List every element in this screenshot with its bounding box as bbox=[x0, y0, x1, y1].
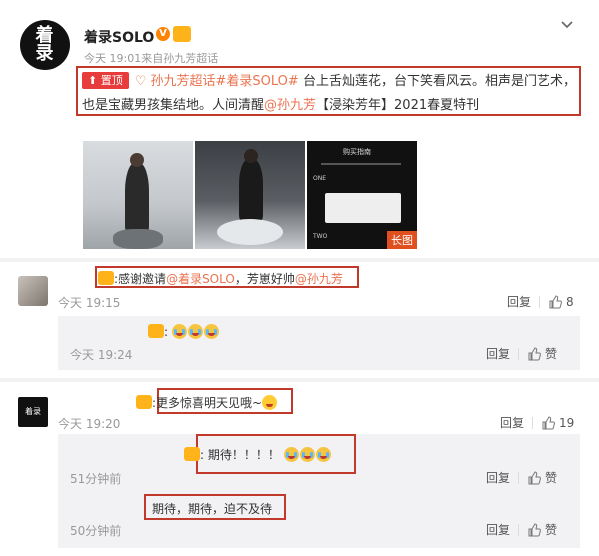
comment-text: :更多惊喜明天见哦~ bbox=[136, 394, 278, 411]
post-image-2[interactable] bbox=[195, 141, 305, 249]
post-body-2: 【浸染芳年】2021春夏特刊 bbox=[316, 98, 480, 113]
divider bbox=[0, 378, 599, 382]
post-time[interactable]: 今天 19:01 bbox=[84, 52, 141, 65]
like-label[interactable]: 赞 bbox=[545, 469, 557, 486]
reply-button[interactable]: 回复 bbox=[486, 521, 510, 538]
post-image-3[interactable]: 购买指南 ONE TWO 长图 bbox=[307, 141, 417, 249]
supertopic-link[interactable]: 孙九芳超话#着录SOLO# bbox=[151, 74, 299, 89]
reply-actions: 回复 赞 bbox=[486, 521, 557, 538]
reply-actions: 回复 赞 bbox=[486, 345, 557, 362]
reply-time: 51分钟前 bbox=[70, 472, 122, 486]
wink-emoji-icon bbox=[262, 395, 278, 410]
reply-button[interactable]: 回复 bbox=[507, 293, 531, 310]
comment-actions: 回复 8 bbox=[507, 293, 574, 310]
like-thumb-icon[interactable] bbox=[548, 294, 562, 309]
reply-actions: 回复 赞 bbox=[486, 469, 557, 486]
crying-emoji-icon bbox=[315, 447, 331, 462]
reply-text: 期待，期待，迫不及待 bbox=[152, 502, 273, 516]
crying-emoji-icon bbox=[299, 447, 315, 462]
vip-badge-icon bbox=[173, 26, 191, 42]
reply-time: 今天 19:24 bbox=[70, 348, 133, 362]
reply-button[interactable]: 回复 bbox=[500, 414, 524, 431]
comment-actions: 回复 19 bbox=[500, 414, 574, 431]
like-label[interactable]: 赞 bbox=[545, 345, 557, 362]
post-text: ⬆ 置顶 ♡ 孙九芳超话#着录SOLO# 台上舌灿莲花，台下笑看风云。相声是门艺术… bbox=[82, 70, 577, 118]
commenter-avatar[interactable] bbox=[18, 276, 48, 306]
mention-link[interactable]: @孙九芳 bbox=[264, 98, 316, 113]
like-thumb-icon[interactable] bbox=[527, 522, 541, 537]
reply-button[interactable]: 回复 bbox=[486, 345, 510, 362]
like-thumb-icon[interactable] bbox=[527, 346, 541, 361]
comment-text: :感谢邀请@着录SOLO，芳崽好帅@孙九芳 bbox=[98, 270, 343, 287]
supertopic-icon: ♡ bbox=[134, 74, 151, 89]
mention-link[interactable]: @孙九芳 bbox=[295, 272, 343, 286]
divider bbox=[0, 258, 599, 262]
crying-emoji-icon bbox=[171, 324, 187, 339]
crying-emoji-icon bbox=[283, 447, 299, 462]
crying-emoji-icon bbox=[187, 324, 203, 339]
post-source[interactable]: 来自孙九芳超话 bbox=[141, 52, 218, 65]
pinned-tag: ⬆ 置顶 bbox=[82, 72, 129, 89]
vip-badge-icon bbox=[98, 271, 114, 285]
long-image-tag: 长图 bbox=[387, 231, 417, 249]
vip-badge-icon bbox=[184, 447, 200, 461]
reply-button[interactable]: 回复 bbox=[486, 469, 510, 486]
chevron-down-icon[interactable] bbox=[560, 18, 574, 32]
reply-time: 50分钟前 bbox=[70, 524, 122, 538]
vip-badge-icon bbox=[148, 324, 164, 338]
like-count: 19 bbox=[559, 415, 575, 430]
vip-badge-icon bbox=[136, 395, 152, 409]
post-meta: 今天 19:01来自孙九芳超话 bbox=[84, 50, 218, 66]
weibo-post: 着录 着录SOLO V 今天 19:01来自孙九芳超话 ⬆ 置顶 ♡ 孙九芳超话#… bbox=[0, 0, 599, 258]
comment-time: 今天 19:20 bbox=[58, 417, 121, 431]
crying-emoji-icon bbox=[203, 324, 219, 339]
reply-text: : bbox=[148, 324, 220, 339]
like-thumb-icon[interactable] bbox=[541, 415, 555, 430]
commenter-avatar[interactable]: 着录 bbox=[18, 397, 48, 427]
like-label[interactable]: 赞 bbox=[545, 521, 557, 538]
mention-link[interactable]: @着录SOLO bbox=[166, 272, 235, 286]
author-name[interactable]: 着录SOLO bbox=[84, 27, 154, 47]
author-avatar[interactable]: 着录 bbox=[20, 20, 70, 70]
reply-text: : 期待！！！！ bbox=[184, 446, 332, 463]
verified-v-icon: V bbox=[156, 27, 170, 41]
like-count: 8 bbox=[566, 294, 574, 309]
post-image-1[interactable] bbox=[83, 141, 193, 249]
comment-time: 今天 19:15 bbox=[58, 296, 121, 310]
like-thumb-icon[interactable] bbox=[527, 470, 541, 485]
